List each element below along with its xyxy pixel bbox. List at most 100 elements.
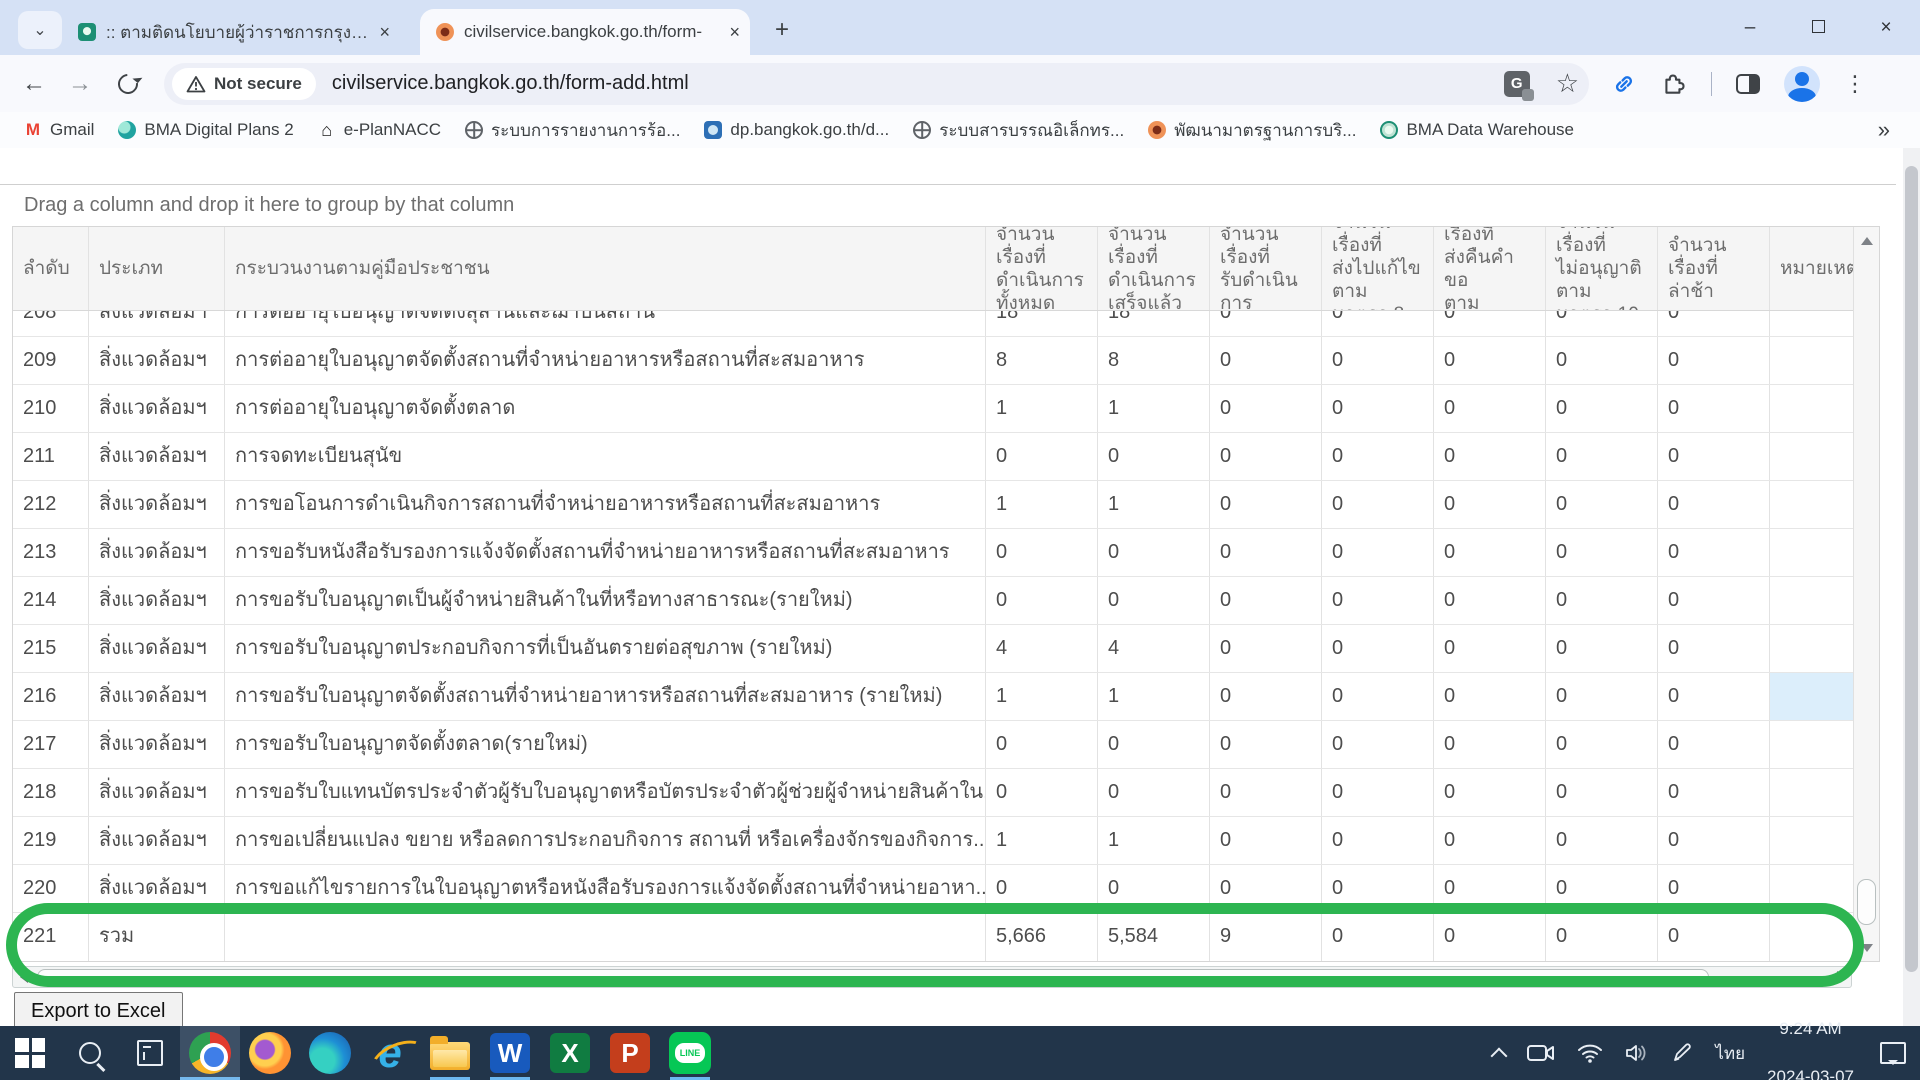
grid-cell: 0 xyxy=(1322,721,1434,768)
civilservice-favicon-icon xyxy=(436,23,454,41)
action-center-icon[interactable] xyxy=(1880,1042,1906,1064)
scroll-right-icon[interactable] xyxy=(1831,967,1851,987)
grid-cell: สิ่งแวดล้อมฯ xyxy=(89,721,225,768)
column-header[interactable]: จำนวนเรื่องที่ ดำเนินการ เสร็จแล้ว xyxy=(1098,227,1210,310)
scroll-down-icon[interactable] xyxy=(1854,935,1879,961)
grid-cell: 0 xyxy=(1098,721,1210,768)
column-header[interactable]: จำนวนเรื่องที่ ส่งคืนคำขอ ตามมาตรา 9 xyxy=(1434,227,1546,310)
wifi-icon[interactable] xyxy=(1577,1043,1603,1063)
start-button[interactable] xyxy=(0,1026,60,1080)
link-icon[interactable] xyxy=(1611,71,1637,97)
table-total-row[interactable]: 221รวม5,6665,58490000 xyxy=(13,913,1879,961)
taskbar-internet-explorer[interactable]: e xyxy=(360,1026,420,1080)
table-row[interactable]: 208สิ่งแวดล้อมฯการต่ออายุใบอนุญาตจัดตั้ง… xyxy=(13,311,1853,337)
bookmarks-overflow-icon[interactable]: » xyxy=(1878,117,1890,143)
taskbar-firefox[interactable] xyxy=(240,1026,300,1080)
reload-icon[interactable] xyxy=(114,69,142,97)
new-tab-button[interactable]: + xyxy=(775,16,789,44)
table-row[interactable]: 220สิ่งแวดล้อมฯการขอแก้ไขรายการในใบอนุญา… xyxy=(13,865,1853,913)
maximize-button[interactable] xyxy=(1784,17,1852,39)
grid-cell: 0 xyxy=(1322,577,1434,624)
close-window-button[interactable]: × xyxy=(1852,17,1920,39)
extensions-icon[interactable] xyxy=(1661,71,1687,97)
bookmark-dp-bangkok[interactable]: dp.bangkok.go.th/d... xyxy=(704,120,889,140)
language-indicator[interactable]: ไทย xyxy=(1715,1040,1745,1067)
profile-avatar[interactable] xyxy=(1784,66,1820,102)
scroll-left-icon[interactable] xyxy=(13,967,33,987)
window-scrollbar[interactable] xyxy=(1903,148,1920,1026)
clock[interactable]: 9:24 AM 2024-03-07 xyxy=(1767,994,1854,1080)
close-tab-icon[interactable]: × xyxy=(379,22,390,43)
grid-cell: 0 xyxy=(1322,385,1434,432)
tab-search-button[interactable]: ⌄ xyxy=(18,11,62,49)
column-header[interactable]: กระบวนงานตามคู่มือประชาชน xyxy=(225,227,986,310)
search-icon xyxy=(79,1042,101,1064)
column-header[interactable]: ประเภท xyxy=(89,227,225,310)
table-row[interactable]: 213สิ่งแวดล้อมฯการขอรับหนังสือรับรองการแ… xyxy=(13,529,1853,577)
browser-menu-icon[interactable]: ⋮ xyxy=(1844,71,1866,97)
column-header[interactable]: จำนวนเรื่องที่ ไม่อนุญาติ ตามมาตรา 10 xyxy=(1546,227,1658,310)
bookmark-service-standard[interactable]: พัฒนามาตรฐานการบริ... xyxy=(1148,117,1356,144)
scroll-up-icon[interactable] xyxy=(1854,227,1879,253)
meet-now-icon[interactable] xyxy=(1527,1043,1555,1063)
bookmark-report-system[interactable]: ระบบการรายงานการร้อ... xyxy=(465,117,680,144)
bookmark-gmail[interactable]: M Gmail xyxy=(24,120,94,140)
table-row[interactable]: 209สิ่งแวดล้อมฯการต่ออายุใบอนุญาตจัดตั้ง… xyxy=(13,337,1853,385)
translate-icon[interactable]: G xyxy=(1504,71,1530,97)
table-row[interactable]: 216สิ่งแวดล้อมฯการขอรับใบอนุญาตจัดตั้งสถ… xyxy=(13,673,1853,721)
chrome-icon xyxy=(189,1032,231,1074)
grid-vertical-scrollbar[interactable] xyxy=(1853,227,1879,961)
grid-horizontal-scrollbar[interactable] xyxy=(12,966,1852,988)
table-row[interactable]: 212สิ่งแวดล้อมฯการขอโอนการดำเนินกิจการสถ… xyxy=(13,481,1853,529)
column-header[interactable]: จำนวนเรื่องที่ รับดำเนินการ xyxy=(1210,227,1322,310)
grid-cell: 220 xyxy=(13,865,89,912)
table-row[interactable]: 214สิ่งแวดล้อมฯการขอรับใบอนุญาตเป็นผู้จำ… xyxy=(13,577,1853,625)
bookmark-bma-digital-plans[interactable]: BMA Digital Plans 2 xyxy=(118,120,293,140)
grid-cell: 0 xyxy=(1658,577,1770,624)
table-row[interactable]: 219สิ่งแวดล้อมฯการขอเปลี่ยนแปลง ขยาย หรื… xyxy=(13,817,1853,865)
group-drop-zone[interactable]: Drag a column and drop it here to group … xyxy=(0,184,1896,226)
bma-plans-icon xyxy=(118,121,136,139)
bookmark-star-icon[interactable]: ☆ xyxy=(1556,68,1579,99)
column-header[interactable]: หมายเหตุ xyxy=(1770,227,1853,310)
table-row[interactable]: 211สิ่งแวดล้อมฯการจดทะเบียนสุนัข0000000 xyxy=(13,433,1853,481)
bookmark-bma-data-warehouse[interactable]: BMA Data Warehouse xyxy=(1380,120,1574,140)
forward-button[interactable]: → xyxy=(68,70,92,98)
table-row[interactable]: 215สิ่งแวดล้อมฯการขอรับใบอนุญาตประกอบกิจ… xyxy=(13,625,1853,673)
pen-icon[interactable] xyxy=(1671,1042,1693,1064)
tray-expand-icon[interactable] xyxy=(1491,1047,1508,1064)
grid-cell: สิ่งแวดล้อมฯ xyxy=(89,817,225,864)
taskbar-chrome[interactable] xyxy=(180,1026,240,1080)
scrollbar-thumb[interactable] xyxy=(1905,166,1918,972)
table-row[interactable]: 210สิ่งแวดล้อมฯการต่ออายุใบอนุญาตจัดตั้ง… xyxy=(13,385,1853,433)
table-row[interactable]: 218สิ่งแวดล้อมฯการขอรับใบแทนบัตรประจำตัว… xyxy=(13,769,1853,817)
back-button[interactable]: ← xyxy=(22,70,46,98)
scrollbar-thumb[interactable] xyxy=(37,969,1709,985)
volume-icon[interactable] xyxy=(1625,1043,1649,1063)
grid-cell: 0 xyxy=(1434,385,1546,432)
scrollbar-thumb[interactable] xyxy=(1857,879,1876,925)
taskbar-edge[interactable] xyxy=(300,1026,360,1080)
column-header[interactable]: จำนวนเรื่องที่ ส่งไปแก้ไข ตามมาตรา 8 xyxy=(1322,227,1434,310)
taskbar-line[interactable]: LINE xyxy=(660,1026,720,1080)
column-header[interactable]: จำนวนเรื่องที่ ล่าช้า xyxy=(1658,227,1770,310)
security-chip[interactable]: Not secure xyxy=(172,68,316,100)
minimize-button[interactable]: – xyxy=(1716,17,1784,39)
bookmark-e-document[interactable]: ระบบสารบรรณอิเล็กทร... xyxy=(913,117,1124,144)
taskbar-word[interactable]: W xyxy=(480,1026,540,1080)
table-row[interactable]: 217สิ่งแวดล้อมฯการขอรับใบอนุญาตจัดตั้งตล… xyxy=(13,721,1853,769)
grid-cell: 0 xyxy=(1210,385,1322,432)
taskbar-search-button[interactable] xyxy=(60,1026,120,1080)
close-tab-icon[interactable]: × xyxy=(729,22,740,43)
tab-civilservice[interactable]: civilservice.bangkok.go.th/form- × xyxy=(420,9,750,55)
taskbar-powerpoint[interactable]: P xyxy=(600,1026,660,1080)
column-header[interactable]: ลำดับ xyxy=(13,227,89,310)
bookmark-eplannacc[interactable]: ⌂ e-PlanNACC xyxy=(318,120,441,140)
address-bar[interactable]: Not secure civilservice.bangkok.go.th/fo… xyxy=(164,63,1589,105)
task-view-button[interactable] xyxy=(120,1026,180,1080)
side-panel-icon[interactable] xyxy=(1736,74,1760,94)
taskbar-excel[interactable]: X xyxy=(540,1026,600,1080)
taskbar-file-explorer[interactable] xyxy=(420,1026,480,1080)
column-header[interactable]: จำนวนเรื่องที่ ดำเนินการ ทั้งหมด xyxy=(986,227,1098,310)
tab-bma-policy[interactable]: :: ตามติดนโยบายผู้ว่าราชการกรุงเทพ × xyxy=(62,9,400,55)
